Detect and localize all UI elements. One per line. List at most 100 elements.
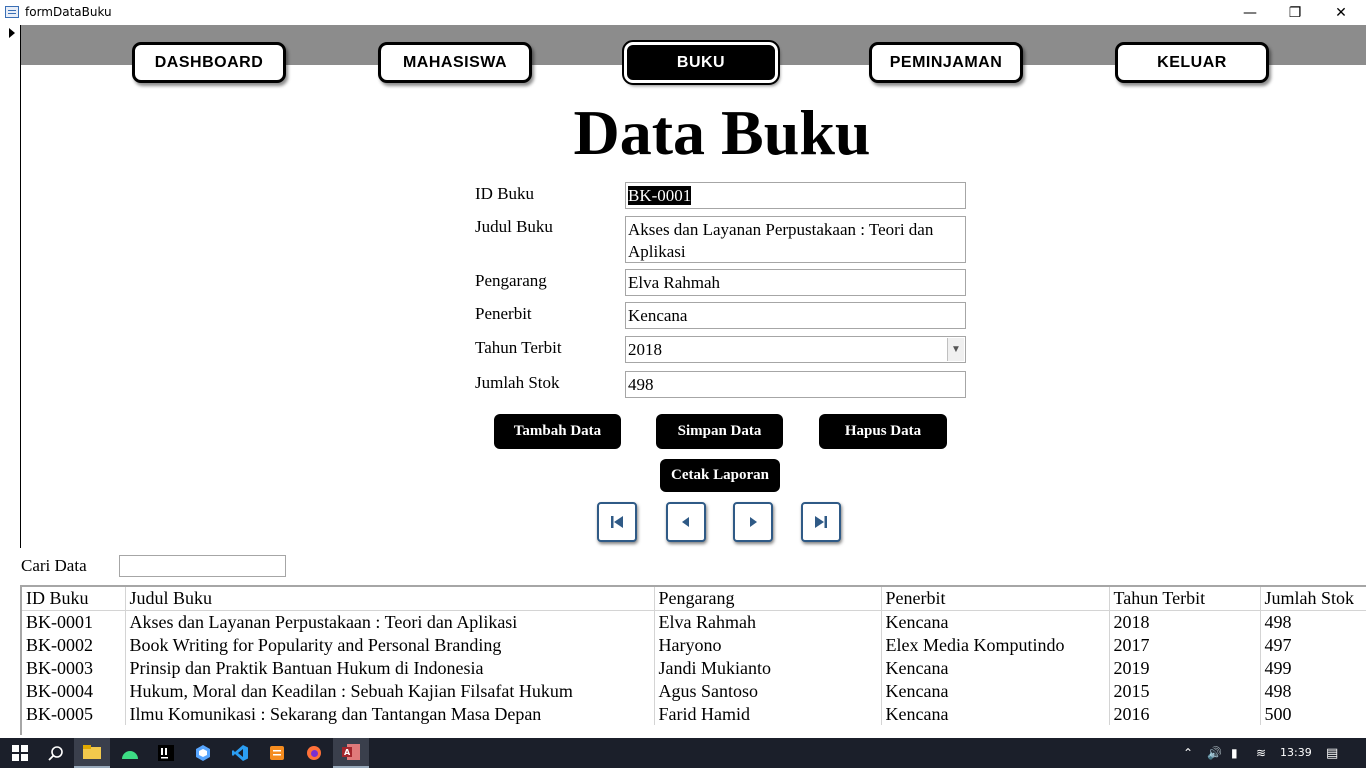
cetak-laporan-button[interactable]: Cetak Laporan: [660, 459, 780, 492]
cell-tahun-terbit[interactable]: 2016: [1108, 702, 1260, 725]
nav-buku-button[interactable]: BUKU: [622, 40, 780, 85]
battery-icon[interactable]: ▮: [1231, 746, 1238, 760]
tambah-data-button[interactable]: Tambah Data: [494, 414, 621, 449]
current-record-arrow-icon: [9, 28, 15, 38]
cell-judul-buku[interactable]: Book Writing for Popularity and Personal…: [124, 633, 654, 656]
cell-penerbit[interactable]: Kencana: [880, 656, 1109, 679]
tahun-terbit-label: Tahun Terbit: [475, 338, 562, 357]
previous-record-button[interactable]: [666, 502, 706, 542]
column-header-penerbit[interactable]: Penerbit: [880, 587, 1109, 611]
notification-icon[interactable]: ▤: [1326, 746, 1338, 761]
hapus-data-button[interactable]: Hapus Data: [819, 414, 947, 449]
app-icon[interactable]: [185, 738, 221, 768]
restore-button[interactable]: ❐: [1272, 0, 1318, 25]
intellij-icon[interactable]: [148, 738, 184, 768]
page-title: Data Buku: [573, 97, 871, 168]
last-record-button[interactable]: [801, 502, 841, 542]
cell-judul-buku[interactable]: Akses dan Layanan Perpustakaan : Teori d…: [124, 610, 654, 633]
search-input[interactable]: [119, 555, 286, 577]
cell-judul-buku[interactable]: Ilmu Komunikasi : Sekarang dan Tantangan…: [124, 702, 654, 725]
cell-id-buku[interactable]: BK-0005: [22, 702, 125, 725]
cell-jumlah-stok[interactable]: 498: [1259, 679, 1366, 702]
wifi-icon[interactable]: ≋: [1256, 746, 1266, 760]
file-explorer-icon[interactable]: [74, 738, 110, 768]
firefox-icon[interactable]: [296, 738, 332, 768]
cell-tahun-terbit[interactable]: 2019: [1108, 656, 1260, 679]
minimize-button[interactable]: —: [1227, 0, 1273, 25]
close-button[interactable]: ✕: [1318, 0, 1364, 25]
access-icon[interactable]: A: [333, 738, 369, 768]
speaker-icon[interactable]: 🔊: [1207, 746, 1222, 760]
cell-penerbit[interactable]: Kencana: [880, 610, 1109, 633]
judul-buku-field[interactable]: Akses dan Layanan Perpustakaan : Teori d…: [625, 216, 966, 263]
search-icon[interactable]: [38, 738, 74, 768]
next-record-icon: [750, 517, 757, 527]
cell-judul-buku[interactable]: Prinsip dan Praktik Bantuan Hukum di Ind…: [124, 656, 654, 679]
tahun-terbit-combobox[interactable]: 2018 ▼: [625, 336, 966, 363]
column-header-jumlah-stok[interactable]: Jumlah Stok: [1259, 587, 1366, 611]
sublime-icon[interactable]: [259, 738, 295, 768]
pengarang-field[interactable]: Elva Rahmah: [625, 269, 966, 296]
form-icon: [5, 6, 19, 18]
nav-keluar-button[interactable]: KELUAR: [1115, 42, 1269, 83]
cell-jumlah-stok[interactable]: 500: [1259, 702, 1366, 725]
cell-judul-buku[interactable]: Hukum, Moral dan Keadilan : Sebuah Kajia…: [124, 679, 654, 702]
tahun-terbit-value: 2018: [628, 340, 662, 359]
penerbit-field[interactable]: Kencana: [625, 302, 966, 329]
nav-peminjaman-button[interactable]: PEMINJAMAN: [869, 42, 1023, 83]
simpan-data-button[interactable]: Simpan Data: [656, 414, 783, 449]
id-buku-label: ID Buku: [475, 184, 535, 203]
cell-id-buku[interactable]: BK-0003: [22, 656, 125, 679]
table-header-row: ID Buku Judul Buku Pengarang Penerbit Ta…: [22, 587, 1366, 611]
cell-tahun-terbit[interactable]: 2018: [1108, 610, 1260, 633]
jumlah-stok-label: Jumlah Stok: [475, 373, 560, 392]
id-buku-field[interactable]: BK-0001: [625, 182, 966, 209]
penerbit-label: Penerbit: [475, 304, 532, 323]
column-header-pengarang[interactable]: Pengarang: [653, 587, 881, 611]
cell-jumlah-stok[interactable]: 499: [1259, 656, 1366, 679]
chevron-up-icon[interactable]: ⌃: [1183, 746, 1193, 760]
vscode-icon[interactable]: [222, 738, 258, 768]
column-header-judul-buku[interactable]: Judul Buku: [124, 587, 654, 611]
cell-pengarang[interactable]: Jandi Mukianto: [653, 656, 881, 679]
cell-pengarang[interactable]: Agus Santoso: [653, 679, 881, 702]
id-buku-value: BK-0001: [628, 186, 692, 205]
window-title: formDataBuku: [25, 5, 112, 19]
previous-record-icon: [682, 517, 689, 527]
table-row[interactable]: BK-0004 Hukum, Moral dan Keadilan : Sebu…: [22, 679, 1366, 702]
cell-pengarang[interactable]: Farid Hamid: [653, 702, 881, 725]
table-row[interactable]: BK-0002 Book Writing for Popularity and …: [22, 633, 1366, 656]
chevron-down-icon[interactable]: ▼: [947, 338, 964, 361]
jumlah-stok-field[interactable]: 498: [625, 371, 966, 398]
column-header-tahun-terbit[interactable]: Tahun Terbit: [1108, 587, 1260, 611]
cell-jumlah-stok[interactable]: 497: [1259, 633, 1366, 656]
svg-text:A: A: [344, 748, 351, 757]
table-row[interactable]: BK-0003 Prinsip dan Praktik Bantuan Huku…: [22, 656, 1366, 679]
nav-dashboard-button[interactable]: DASHBOARD: [132, 42, 286, 83]
windows-start-icon[interactable]: [2, 738, 38, 768]
cell-penerbit[interactable]: Elex Media Komputindo: [880, 633, 1109, 656]
table-row[interactable]: BK-0001 Akses dan Layanan Perpustakaan :…: [22, 610, 1366, 633]
cell-id-buku[interactable]: BK-0004: [22, 679, 125, 702]
nav-mahasiswa-button[interactable]: MAHASISWA: [378, 42, 532, 83]
last-record-icon: [815, 516, 827, 528]
cell-penerbit[interactable]: Kencana: [880, 679, 1109, 702]
book-table: ID Buku Judul Buku Pengarang Penerbit Ta…: [22, 587, 1366, 725]
cell-pengarang[interactable]: Elva Rahmah: [653, 610, 881, 633]
cell-jumlah-stok[interactable]: 498: [1259, 610, 1366, 633]
table-row[interactable]: BK-0005 Ilmu Komunikasi : Sekarang dan T…: [22, 702, 1366, 725]
book-datasheet[interactable]: ID Buku Judul Buku Pengarang Penerbit Ta…: [20, 585, 1366, 735]
cell-pengarang[interactable]: Haryono: [653, 633, 881, 656]
first-record-button[interactable]: [597, 502, 637, 542]
cari-data-label: Cari Data: [21, 556, 87, 575]
cell-tahun-terbit[interactable]: 2015: [1108, 679, 1260, 702]
column-header-id-buku[interactable]: ID Buku: [22, 587, 125, 611]
android-studio-icon[interactable]: [112, 738, 148, 768]
next-record-button[interactable]: [733, 502, 773, 542]
cell-tahun-terbit[interactable]: 2017: [1108, 633, 1260, 656]
windows-taskbar: A ⌃ 🔊 ▮ ≋ 13:39 ▤: [0, 738, 1366, 768]
cell-id-buku[interactable]: BK-0001: [22, 610, 125, 633]
cell-id-buku[interactable]: BK-0002: [22, 633, 125, 656]
cell-penerbit[interactable]: Kencana: [880, 702, 1109, 725]
clock-text[interactable]: 13:39: [1280, 746, 1312, 759]
